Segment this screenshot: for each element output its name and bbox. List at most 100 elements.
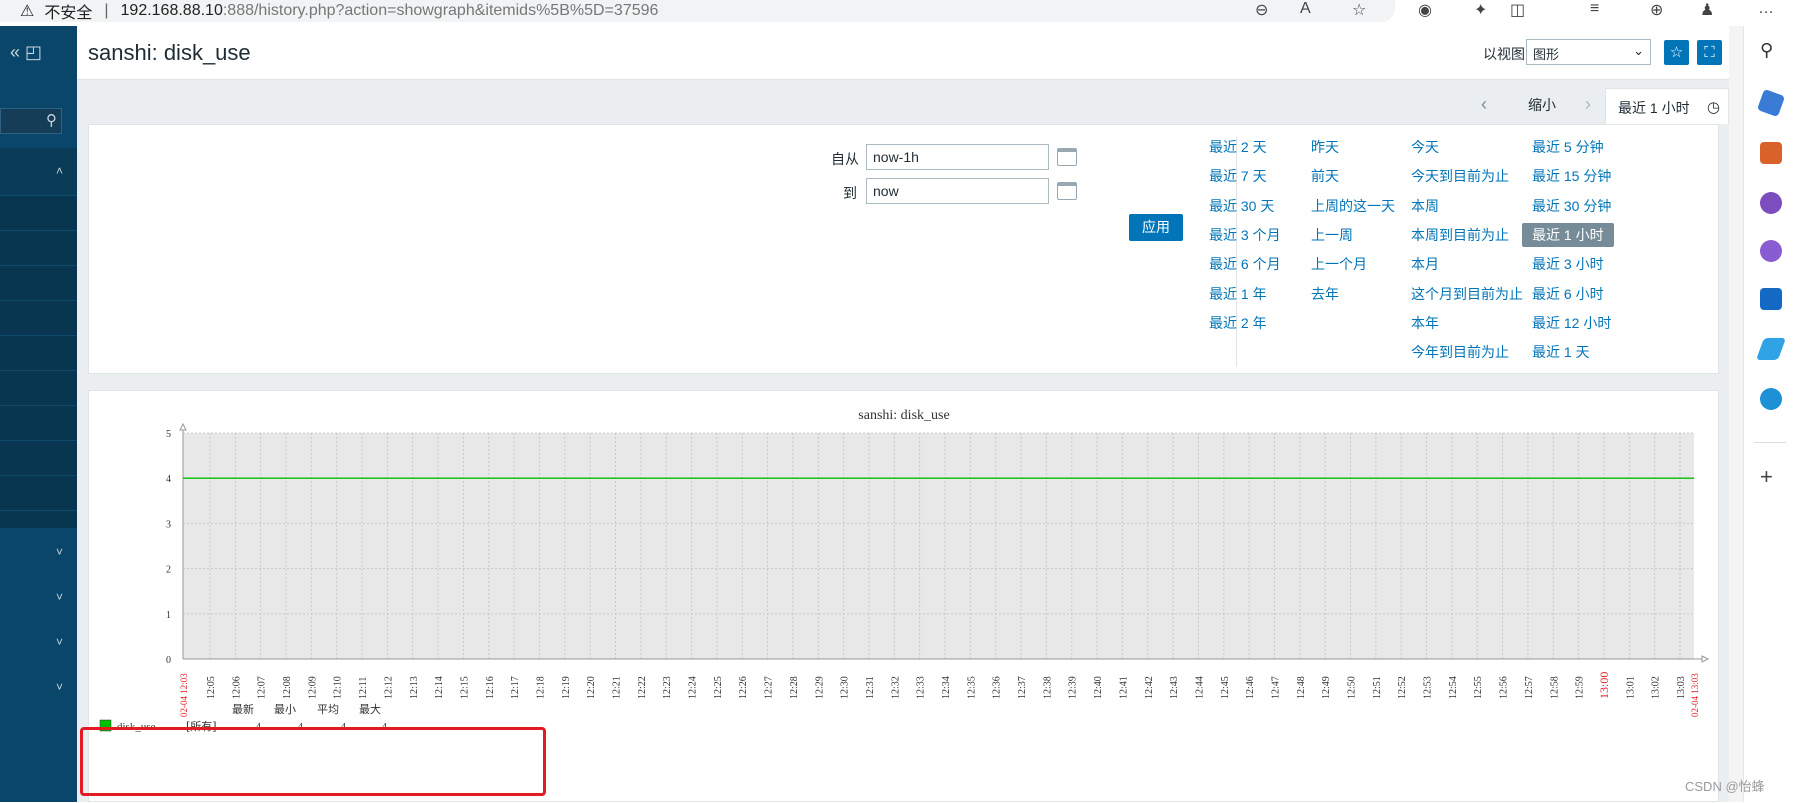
sidebar-item-collapsed[interactable]: ˅ <box>0 531 77 576</box>
quick-range-link[interactable]: 昨天 <box>1311 137 1339 157</box>
page-title: sanshi: disk_use <box>88 40 251 65</box>
watermark: CSDN @怡蜂 <box>1685 779 1765 794</box>
more-icon[interactable]: … <box>1758 0 1774 18</box>
browser-toolbar: ⚠ 不安全 | 192.168.88.10:888/history.php?ac… <box>0 0 1795 26</box>
quick-range-link[interactable]: 最近 1 年 <box>1209 284 1267 304</box>
tab-time-range[interactable]: 最近 1 小时 ◷ <box>1605 88 1729 124</box>
collections-icon[interactable]: ⊕ <box>1650 0 1663 20</box>
docker-icon[interactable] <box>1760 388 1782 410</box>
zoom-out-button[interactable]: 缩小 <box>1528 95 1556 115</box>
time-prev-button[interactable]: ‹ <box>1481 94 1487 115</box>
x-tick-label: 12:13 <box>409 676 420 699</box>
x-tick-label: 12:28 <box>789 676 800 699</box>
calendar-icon[interactable] <box>1057 182 1077 200</box>
calendar-icon[interactable] <box>1057 148 1077 166</box>
read-aloud-icon[interactable]: A <box>1300 0 1311 18</box>
sidebar-subitem[interactable] <box>0 406 77 441</box>
tag-icon[interactable] <box>1756 88 1786 118</box>
sidebar-item-collapsed[interactable]: ˅ <box>0 576 77 621</box>
quick-range-link[interactable]: 最近 2 年 <box>1209 313 1267 333</box>
favorite-star-icon[interactable]: ☆ <box>1352 0 1366 20</box>
send-icon[interactable] <box>1755 338 1787 360</box>
search-icon[interactable]: ⚲ <box>1760 40 1782 62</box>
plus-icon[interactable]: + <box>1760 464 1782 489</box>
sidebar-item-collapsed[interactable]: ˅ <box>0 621 77 666</box>
quick-range-link[interactable]: 上一周 <box>1311 225 1353 245</box>
quick-range-link[interactable]: 本周 <box>1411 196 1439 216</box>
quick-range-link[interactable]: 最近 1 天 <box>1532 342 1590 362</box>
browser-sidebar: ⚲ + <box>1743 26 1795 802</box>
fullscreen-button[interactable]: ⛶ <box>1697 40 1722 65</box>
quick-range-link[interactable]: 去年 <box>1311 284 1339 304</box>
quick-range-link[interactable]: 最近 30 天 <box>1209 196 1274 216</box>
x-start-label: 02-04 12:03 <box>179 673 189 717</box>
x-tick-label: 12:45 <box>1220 676 1231 699</box>
profile-icon[interactable]: ♟ <box>1700 0 1714 20</box>
outlook-icon[interactable] <box>1760 288 1782 310</box>
time-next-button[interactable]: › <box>1585 94 1591 115</box>
x-tick-label: 12:18 <box>535 676 546 699</box>
sidebar-subitem[interactable] <box>0 476 77 511</box>
plot-area <box>183 433 1694 659</box>
games-icon[interactable] <box>1760 192 1782 214</box>
quick-range-link[interactable]: 最近 7 天 <box>1209 166 1267 186</box>
collapse-sidebar-icon[interactable]: « ◰ <box>10 42 42 63</box>
puzzle-icon[interactable]: ✦ <box>1474 0 1487 20</box>
quick-range-link[interactable]: 本年 <box>1411 313 1439 333</box>
quick-range-link[interactable]: 今年到目前为止 <box>1411 342 1509 362</box>
x-tick-label: 12:37 <box>1017 676 1028 699</box>
x-tick-label: 12:23 <box>662 676 673 699</box>
sidebar-subitem[interactable] <box>0 336 77 371</box>
quick-range-link[interactable]: 前天 <box>1311 166 1339 186</box>
scrollbar[interactable] <box>1729 26 1743 802</box>
x-tick-label: 12:33 <box>916 676 927 699</box>
x-end-label: 02-04 13:03 <box>1690 673 1700 717</box>
address-bar[interactable]: ⚠ 不安全 | 192.168.88.10:888/history.php?ac… <box>0 0 1395 22</box>
office-icon[interactable] <box>1760 240 1782 262</box>
quick-range-link[interactable]: 上周的这一天 <box>1311 196 1395 216</box>
view-select[interactable]: 图形 ⌄ <box>1526 39 1651 65</box>
x-tick-label: 12:06 <box>231 676 242 699</box>
sidebar: « ◰ ⚲ ˄ ˅ ˅ ˅ ˅ <box>0 26 77 802</box>
sidebar-subitem[interactable] <box>0 196 77 231</box>
quick-range-link[interactable]: 本周到目前为止 <box>1411 225 1509 245</box>
quick-range-link[interactable]: 这个月到目前为止 <box>1411 284 1523 304</box>
sidebar-subitem[interactable] <box>0 231 77 266</box>
extension-icon[interactable]: ◉ <box>1418 0 1432 20</box>
toolbox-icon[interactable] <box>1760 142 1782 164</box>
sidebar-subitem[interactable] <box>0 301 77 336</box>
x-tick-label: 12:10 <box>333 676 344 699</box>
sidebar-subitem[interactable] <box>0 266 77 301</box>
apply-button[interactable]: 应用 <box>1129 214 1183 241</box>
quick-range-link[interactable]: 最近 3 个月 <box>1209 225 1281 245</box>
star-icon: ☆ <box>1669 44 1684 61</box>
to-input[interactable]: now <box>866 178 1049 204</box>
favorites-list-icon[interactable]: ≡ <box>1590 0 1599 18</box>
sidebar-item-monitoring[interactable]: ˄ <box>0 148 77 196</box>
quick-range-link[interactable]: 上一个月 <box>1311 254 1367 274</box>
favorite-button[interactable]: ☆ <box>1664 40 1689 65</box>
sidebar-subitem[interactable] <box>0 441 77 476</box>
from-input[interactable]: now-1h <box>866 144 1049 170</box>
to-label: 到 <box>843 185 857 201</box>
quick-range-link[interactable]: 最近 5 分钟 <box>1532 137 1604 157</box>
quick-range-link[interactable]: 今天 <box>1411 137 1439 157</box>
quick-range-link[interactable]: 最近 15 分钟 <box>1532 166 1611 186</box>
quick-range-link[interactable]: 最近 6 个月 <box>1209 254 1281 274</box>
quick-range-link[interactable]: 最近 2 天 <box>1209 137 1267 157</box>
quick-range-link[interactable]: 本月 <box>1411 254 1439 274</box>
sidebar-search-input[interactable]: ⚲ <box>0 108 62 134</box>
split-screen-icon[interactable]: ◫ <box>1510 0 1525 20</box>
sidebar-item-collapsed[interactable]: ˅ <box>0 666 77 711</box>
x-tick-label: 12:44 <box>1194 676 1205 699</box>
quick-range-link[interactable]: 最近 3 小时 <box>1532 254 1604 274</box>
quick-range-link[interactable]: 最近 1 小时 <box>1522 222 1614 247</box>
sidebar-subitem[interactable] <box>0 371 77 406</box>
x-tick-label: 12:41 <box>1118 676 1129 699</box>
quick-range-link[interactable]: 最近 12 小时 <box>1532 313 1611 333</box>
zoom-out-icon[interactable]: ⊖ <box>1255 0 1268 20</box>
fullscreen-icon: ⛶ <box>1704 44 1715 61</box>
quick-range-link[interactable]: 最近 6 小时 <box>1532 284 1604 304</box>
quick-range-link[interactable]: 最近 30 分钟 <box>1532 196 1611 216</box>
quick-range-link[interactable]: 今天到目前为止 <box>1411 166 1509 186</box>
